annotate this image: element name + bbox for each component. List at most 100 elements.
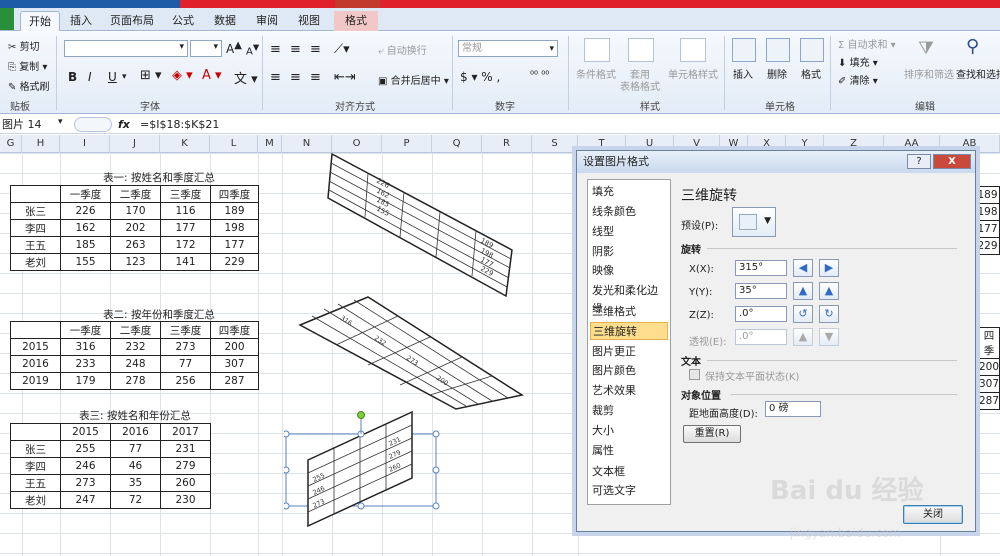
table2-cell[interactable]: 307 [210,355,259,373]
rotation-handle[interactable] [357,411,365,419]
rotated-picture-3[interactable]: 255246273 231279260 [284,410,442,530]
find-select-icon[interactable]: ⚲ [966,36,979,57]
delete-cells-button[interactable]: 删除 [767,66,787,81]
table3-cell[interactable]: 230 [160,491,211,509]
rotated-picture-1[interactable]: 226162185155 189198177229 [320,150,520,300]
nav-item-artistic-effects[interactable]: 艺术效果 [592,382,668,400]
grow-font-button[interactable]: A▲ [226,40,242,56]
table1-cell[interactable]: 155 [60,253,111,271]
table1-cell[interactable]: 177 [210,236,259,254]
wrap-text-button[interactable]: ⤶ 自动换行 [378,42,427,57]
table1-cell[interactable]: 张三 [10,202,61,220]
cell-style-button[interactable]: 单元格样式 [668,66,718,81]
file-tab[interactable] [0,8,14,30]
align-middle-icon[interactable]: ≡ [290,42,301,57]
underline-button[interactable]: U [108,70,117,84]
table-format-button-line2[interactable]: 表格格式 [620,78,660,93]
formula-input[interactable]: =$I$18:$K$21 [140,116,540,133]
tab-formulas[interactable]: 公式 [166,11,200,31]
nav-item-reflection[interactable]: 映像 [592,262,668,280]
column-header[interactable]: L [210,135,258,153]
sort-filter-button[interactable]: 排序和筛选 [904,66,954,81]
fill-button[interactable]: ⬇ 填充 ▾ [838,54,878,69]
nav-item-line-color[interactable]: 线条颜色 [592,203,668,221]
number-format-dropdown[interactable]: 常规 ▾ [458,40,558,57]
conditional-format-button[interactable]: 条件格式 [576,66,616,81]
table3-cell[interactable]: 老刘 [10,491,61,509]
border-icon[interactable]: ⊞ ▾ [140,68,162,83]
column-header[interactable]: H [22,135,60,153]
table3-cell[interactable]: 273 [60,474,111,492]
right-strip-cell[interactable]: 287 [977,392,1000,410]
column-header[interactable]: G [0,135,22,153]
right-strip-cell[interactable]: 200 [977,358,1000,376]
italic-button[interactable]: I [88,70,92,84]
table-format-icon[interactable] [628,38,654,62]
table2-cell[interactable]: 2019 [10,372,61,390]
bold-button[interactable]: B [68,70,77,84]
table2-cell[interactable]: 2016 [10,355,61,373]
column-header[interactable]: S [532,135,578,153]
table2-cell[interactable]: 233 [60,355,111,373]
perspective-up-icon[interactable]: ▲ [793,328,813,346]
table2-cell[interactable]: 2015 [10,338,61,356]
table3-header[interactable]: 2016 [110,423,161,441]
nav-item-line-style[interactable]: 线型 [592,223,668,241]
nav-item-properties[interactable]: 属性 [592,442,668,460]
delete-cells-icon[interactable] [766,38,790,62]
close-icon[interactable]: X [933,154,971,169]
table2-cell[interactable]: 200 [210,338,259,356]
cell-style-icon[interactable] [680,38,706,62]
merge-center-button[interactable]: ▣ 合并后居中 ▾ [378,72,449,87]
rotated-picture-2[interactable]: 316232273200 [296,295,526,413]
nav-item-fill[interactable]: 填充 [592,183,668,201]
rotate-up-icon[interactable]: ▲ [793,282,813,300]
table1-cell[interactable]: 172 [160,236,211,254]
right-strip-cell[interactable]: 177 [975,220,1000,238]
table1-cell[interactable]: 116 [160,202,211,220]
table1-cell[interactable]: 李四 [10,219,61,237]
align-bottom-icon[interactable]: ≡ [310,42,321,57]
table1-cell[interactable]: 226 [60,202,111,220]
conditional-format-icon[interactable] [584,38,610,62]
table3-cell[interactable]: 247 [60,491,111,509]
table1-cell[interactable]: 141 [160,253,211,271]
reset-button[interactable]: 重置(R) [683,425,741,443]
rotate-ccw-icon[interactable]: ↺ [793,305,813,323]
phonetic-icon[interactable]: 文 ▾ [234,68,258,87]
table1-cell[interactable]: 185 [60,236,111,254]
perspective-input[interactable]: .0° [735,329,787,345]
autosum-button[interactable]: Σ 自动求和 ▾ [838,36,896,51]
table1-header[interactable]: 三季度 [160,185,211,203]
tab-data[interactable]: 数据 [208,11,242,31]
keep-flat-checkbox[interactable] [689,369,700,380]
table3-cell[interactable]: 46 [110,457,161,475]
table1-cell[interactable]: 189 [210,202,259,220]
nav-item-glow[interactable]: 发光和柔化边缘 [592,282,668,315]
table3-cell[interactable]: 77 [110,440,161,458]
table2-cell[interactable]: 278 [110,372,161,390]
table2-cell[interactable]: 273 [160,338,211,356]
font-name-dropdown[interactable]: ▾ [64,40,188,57]
table3-cell[interactable]: 张三 [10,440,61,458]
table2-cell[interactable] [10,321,61,339]
table3-cell[interactable]: 255 [60,440,111,458]
nav-item-alt-text[interactable]: 可选文字 [592,482,668,500]
table2-header[interactable]: 四季度 [210,321,259,339]
formula-expand-handle[interactable] [74,117,112,132]
format-painter-button[interactable]: ✎ 格式刷 [8,78,50,93]
table1-cell[interactable]: 177 [160,219,211,237]
preset-dropdown[interactable]: ▼ [732,207,776,237]
table3-cell[interactable]: 260 [160,474,211,492]
table3-cell[interactable] [10,423,61,441]
table1-cell[interactable]: 王五 [10,236,61,254]
rotate-right-icon[interactable]: ▶ [819,259,839,277]
nav-item-picture-color[interactable]: 图片颜色 [592,362,668,380]
tab-page-layout[interactable]: 页面布局 [104,11,160,31]
table1-header[interactable]: 四季度 [210,185,259,203]
align-right-icon[interactable]: ≡ [310,70,321,85]
tab-home[interactable]: 开始 [20,11,60,31]
column-header[interactable]: J [110,135,160,153]
format-cells-button[interactable]: 格式 [801,66,821,81]
table1-cell[interactable]: 170 [110,202,161,220]
